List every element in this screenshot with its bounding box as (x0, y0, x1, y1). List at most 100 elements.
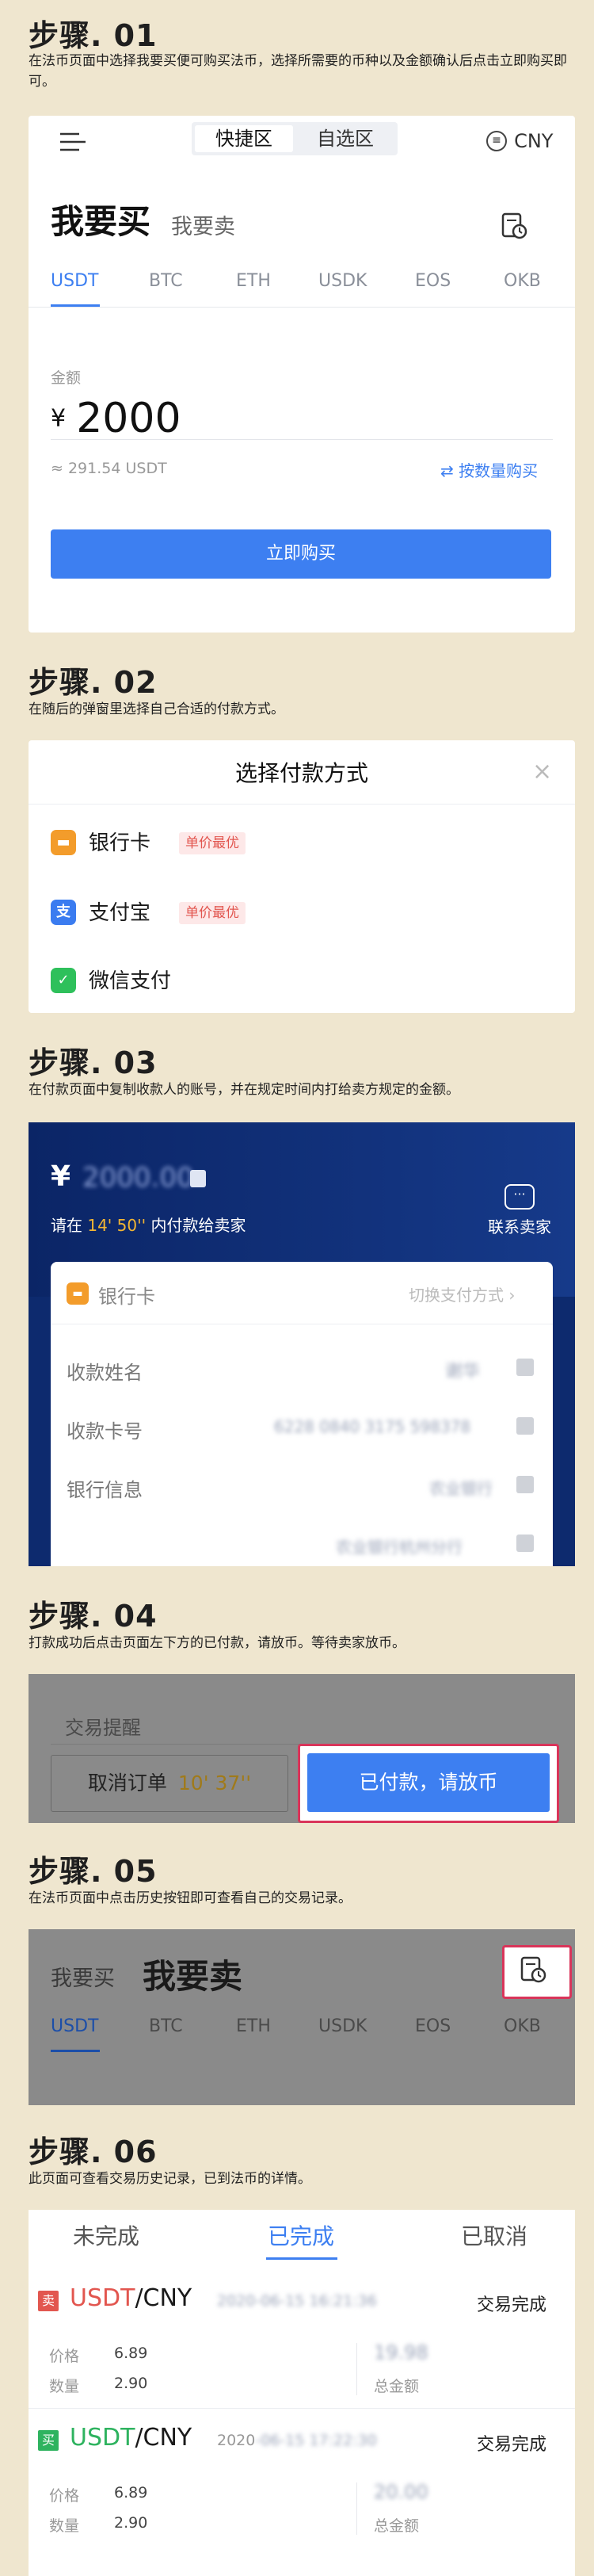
coin-tab-usdt[interactable]: USDT (51, 2016, 98, 2036)
sell-heading[interactable]: 我要卖 (143, 1950, 242, 1998)
buy-now-button[interactable]: 立即购买 (51, 529, 551, 579)
amount-value: 2000 (76, 395, 181, 442)
payment-option-label: 支付宝 (89, 901, 151, 925)
coin-tab-eos[interactable]: EOS (415, 271, 451, 291)
buy-tab[interactable]: 我要买 (51, 1961, 115, 1992)
countdown-timer: 14' 50'' (87, 1216, 147, 1235)
fiat-name: /CNY (135, 2424, 192, 2452)
zone-switch: 快捷区 自选区 (192, 122, 398, 155)
tab-pending[interactable]: 未完成 (73, 2219, 139, 2251)
payment-option-label: 微信支付 (89, 969, 172, 993)
price-value: 6.89 (114, 2345, 148, 2362)
order-card[interactable]: 买 USDT/CNY 2020-06-15 17:22:30 交易完成 价格 6… (29, 2410, 575, 2549)
step3-title: 步骤. 03 (29, 1045, 158, 1080)
menu-icon[interactable] (60, 132, 86, 152)
payment-dialog-title: 选择付款方式 (234, 760, 368, 786)
order-year: 2020 (217, 2432, 256, 2449)
copy-icon[interactable] (516, 1476, 534, 1493)
order-date: 2020-06-15 17:22:30 (217, 2432, 377, 2449)
paid-release-button[interactable]: 已付款，请放币 (307, 1753, 550, 1812)
coin-tab-eos[interactable]: EOS (415, 2016, 451, 2036)
payee-name-value: 谢华 (445, 1362, 481, 1382)
approx-amount: ≈ 291.54 USDT (51, 460, 167, 477)
fiat-name: /CNY (135, 2284, 192, 2312)
coin-tab-btc[interactable]: BTC (149, 271, 183, 291)
coin-tab-okb[interactable]: OKB (504, 2016, 541, 2036)
close-icon[interactable]: × (532, 758, 552, 785)
coin-tab-eth[interactable]: ETH (236, 271, 271, 291)
step1-desc: 在法币页面中选择我要买便可购买法币，选择所需要的币种以及金额确认后点击立即购买即… (29, 53, 567, 90)
contact-seller-button[interactable]: ··· 联系卖家 (480, 1184, 559, 1237)
card-number-value: 6228 0840 3175 598378 (274, 1417, 471, 1436)
total-value: 19.98 (374, 2341, 428, 2364)
copy-icon[interactable] (516, 1535, 534, 1552)
bank-branch-value: 农业银行杭州分行 (336, 1538, 463, 1557)
order-date: 2020-06-15 16:21:36 (217, 2292, 377, 2310)
payment-deadline: 请在 14' 50'' 内付款给卖家 (51, 1213, 246, 1236)
sell-tab[interactable]: 我要卖 (171, 209, 235, 240)
chevron-right-icon: › (508, 1286, 516, 1305)
payment-method-label: 银行卡 (98, 1286, 155, 1308)
coin-tab-btc[interactable]: BTC (149, 2016, 183, 2036)
payment-option-bank[interactable]: ▬ 银行卡 单价最优 (51, 827, 558, 859)
tab-completed[interactable]: 已完成 (268, 2219, 334, 2251)
coin-tab-usdk[interactable]: USDK (318, 2016, 367, 2036)
payment-option-label: 银行卡 (89, 831, 151, 855)
tab-custom-zone[interactable]: 自选区 (296, 125, 394, 152)
order-status: 交易完成 (477, 2435, 547, 2455)
history-icon[interactable] (501, 212, 527, 239)
deadline-suffix: 内付款给卖家 (150, 1216, 246, 1235)
coin-tab-usdk[interactable]: USDK (318, 271, 367, 291)
step6-title: 步骤. 06 (29, 2135, 158, 2169)
best-price-badge: 单价最优 (179, 832, 246, 854)
copy-icon[interactable] (516, 1417, 534, 1435)
switch-payment-method[interactable]: 切换支付方式 › (409, 1282, 515, 1305)
bank-info-label: 银行信息 (67, 1479, 143, 1501)
payment-option-wechat[interactable]: ✓ 微信支付 (51, 965, 558, 997)
coin-tab-indicator (51, 2050, 100, 2052)
total-label: 总金额 (374, 2517, 420, 2535)
step4-panel: 交易提醒 取消订单 10' 37'' 已付款，请放币 (29, 1674, 575, 1823)
tab-indicator (266, 2257, 337, 2260)
tab-fast-zone[interactable]: 快捷区 (195, 125, 293, 152)
step5-title: 步骤. 05 (29, 1854, 158, 1889)
swap-icon: ⇄ (440, 461, 454, 480)
buy-heading[interactable]: 我要买 (51, 195, 150, 243)
coin-name: USDT (70, 2424, 135, 2452)
sell-badge: 卖 (38, 2291, 59, 2311)
history-icon[interactable] (520, 1956, 546, 1983)
bank-info-value: 农业银行 (429, 1479, 493, 1498)
order-card[interactable]: 卖 USDT/CNY 2020-06-15 16:21:36 交易完成 价格 6… (29, 2267, 575, 2406)
buy-by-quantity-label: 按数量购买 (459, 461, 539, 480)
column-divider (356, 2482, 357, 2535)
coin-tab-eth[interactable]: ETH (236, 2016, 271, 2036)
trade-pair: USDT/CNY (70, 2284, 192, 2312)
bank-card-icon: ▬ (51, 830, 76, 855)
coin-tab-usdt[interactable]: USDT (51, 271, 98, 291)
cancel-order-button[interactable]: 取消订单 10' 37'' (51, 1755, 288, 1812)
tab-cancelled[interactable]: 已取消 (461, 2219, 527, 2251)
payee-card: ▬ 银行卡 切换支付方式 › 收款姓名 谢华 收款卡号 6228 0840 31… (51, 1262, 553, 1566)
payment-option-alipay[interactable]: 支 支付宝 单价最优 (51, 897, 558, 929)
amount-input[interactable]: ¥ 2000 (51, 395, 553, 442)
alipay-icon: 支 (51, 900, 76, 925)
buy-by-quantity-link[interactable]: ⇄ 按数量购买 (440, 458, 538, 481)
deadline-prefix: 请在 (51, 1216, 82, 1235)
dialog-divider (29, 804, 575, 805)
step4-title: 步骤. 04 (29, 1599, 158, 1634)
column-divider (356, 2343, 357, 2395)
payee-name-label: 收款姓名 (67, 1362, 143, 1384)
total-value: 20.00 (374, 2481, 428, 2503)
coin-tab-okb[interactable]: OKB (504, 271, 541, 291)
wechat-pay-icon: ✓ (51, 968, 76, 993)
card-number-label: 收款卡号 (67, 1420, 143, 1443)
copy-icon[interactable] (516, 1359, 534, 1376)
copy-amount-icon[interactable] (190, 1170, 206, 1187)
price-value: 6.89 (114, 2484, 148, 2501)
cancel-countdown: 10' 37'' (177, 1771, 252, 1794)
quantity-value: 2.90 (114, 2514, 148, 2532)
quantity-value: 2.90 (114, 2375, 148, 2392)
currency-selector[interactable]: ≡ CNY (486, 130, 553, 154)
currency-icon: ≡ (486, 131, 507, 151)
price-label: 价格 (49, 2348, 80, 2365)
